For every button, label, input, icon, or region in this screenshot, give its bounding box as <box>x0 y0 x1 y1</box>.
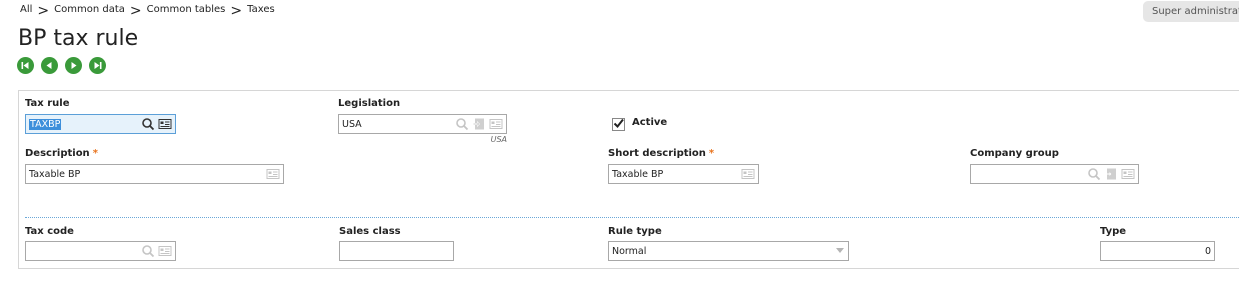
short-description-field: Short description * <box>608 148 714 161</box>
section-separator <box>25 217 1239 218</box>
previous-record-button[interactable] <box>41 57 58 74</box>
active-label: Active <box>632 117 668 128</box>
detail-card-icon[interactable] <box>266 167 280 181</box>
type-label: Type <box>1100 226 1127 237</box>
breadcrumb: All > Common data > Common tables > Taxe… <box>20 2 275 19</box>
detail-card-icon[interactable] <box>158 244 172 258</box>
detail-card-icon[interactable] <box>741 167 755 181</box>
type-input[interactable]: 0 <box>1100 241 1215 261</box>
tax-code-input[interactable] <box>25 241 176 261</box>
sales-class-label: Sales class <box>339 226 401 237</box>
last-record-icon <box>94 62 102 69</box>
record-navigation <box>17 57 106 74</box>
search-icon[interactable] <box>141 244 155 258</box>
user-menu[interactable]: Super administrator <box>1143 1 1239 22</box>
legislation-description: USA <box>490 135 507 144</box>
tax-code-field: Tax code <box>25 226 74 239</box>
breadcrumb-item-common-tables[interactable]: Common tables <box>147 4 226 15</box>
rule-type-label: Rule type <box>608 226 662 237</box>
company-group-input[interactable] <box>970 164 1139 184</box>
breadcrumb-item-common-data[interactable]: Common data <box>54 4 125 15</box>
tax-rule-input[interactable]: TAXBP <box>25 114 176 134</box>
description-input[interactable]: Taxable BP <box>25 164 284 184</box>
detail-card-icon[interactable] <box>489 117 503 131</box>
checkmark-icon <box>613 118 624 129</box>
short-description-input[interactable]: Taxable BP <box>608 164 759 184</box>
breadcrumb-item-all[interactable]: All <box>20 4 32 15</box>
rule-type-select[interactable]: Normal <box>608 241 849 261</box>
next-record-button[interactable] <box>65 57 82 74</box>
first-record-button[interactable] <box>17 57 34 74</box>
description-field: Description * <box>25 148 98 161</box>
type-field: Type <box>1100 226 1126 239</box>
breadcrumb-separator: > <box>129 2 142 19</box>
next-record-icon <box>71 62 77 69</box>
user-label: Super administrator <box>1152 6 1239 17</box>
search-icon[interactable] <box>455 117 469 131</box>
last-record-button[interactable] <box>89 57 106 74</box>
active-checkbox[interactable] <box>612 118 625 131</box>
tax-rule-label: Tax rule <box>25 98 70 109</box>
legislation-value: USA <box>342 118 362 130</box>
sales-class-field: Sales class <box>339 226 401 239</box>
breadcrumb-separator: > <box>37 2 50 19</box>
page-title: BP tax rule <box>18 26 139 51</box>
short-description-value: Taxable BP <box>612 168 664 180</box>
search-icon[interactable] <box>141 117 155 131</box>
description-label: Description <box>25 148 90 159</box>
detail-card-icon[interactable] <box>158 117 172 131</box>
required-marker: * <box>92 148 98 159</box>
rule-type-value: Normal <box>612 245 647 257</box>
tax-code-label: Tax code <box>25 226 74 237</box>
tax-rule-field: Tax rule <box>25 98 69 111</box>
short-description-label: Short description <box>608 148 706 159</box>
chevron-down-icon[interactable] <box>836 248 844 253</box>
required-marker: * <box>708 148 715 159</box>
type-value: 0 <box>1204 245 1211 257</box>
detail-card-icon[interactable] <box>1121 167 1135 181</box>
search-icon[interactable] <box>1087 167 1101 181</box>
jump-to-icon[interactable] <box>472 117 486 131</box>
company-group-label: Company group <box>970 148 1059 159</box>
legislation-field: Legislation <box>338 98 400 111</box>
jump-to-icon[interactable] <box>1104 167 1118 181</box>
legislation-label: Legislation <box>338 98 401 109</box>
breadcrumb-separator: > <box>230 2 243 19</box>
first-record-icon <box>21 62 29 69</box>
rule-type-field: Rule type <box>608 226 662 239</box>
previous-record-icon <box>46 62 52 69</box>
legislation-input[interactable]: USA <box>338 114 507 134</box>
description-value: Taxable BP <box>29 168 81 180</box>
company-group-field: Company group <box>970 148 1059 161</box>
breadcrumb-item-taxes[interactable]: Taxes <box>247 4 275 15</box>
tax-rule-value: TAXBP <box>29 118 62 130</box>
sales-class-input[interactable] <box>339 241 454 261</box>
